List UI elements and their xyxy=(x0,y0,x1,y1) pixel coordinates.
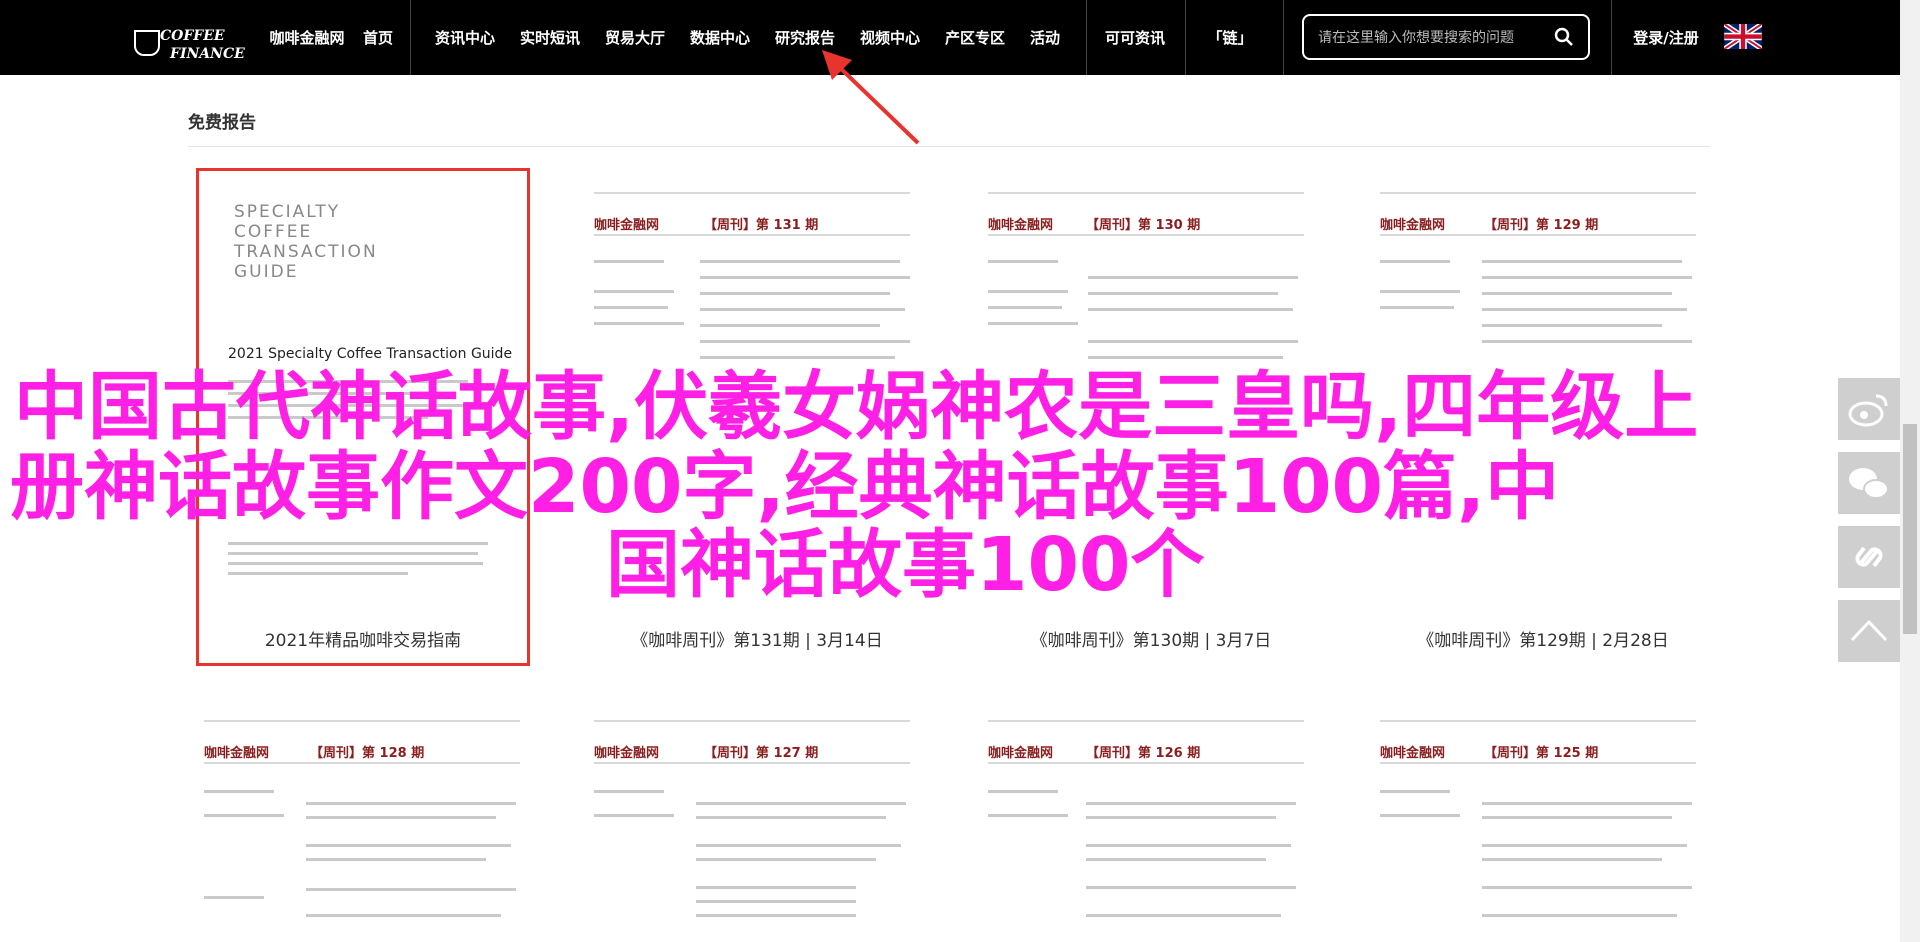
weibo-icon xyxy=(1848,394,1888,427)
wechat-icon xyxy=(1849,468,1889,499)
link-share-button[interactable] xyxy=(1838,526,1900,588)
overlay-headline-line1: 中国古代神话故事,伏羲女娲神农是三皇吗,四年级上 xyxy=(14,364,1699,450)
overlay-headline-line2: 册神话故事作文200字,经典神话故事100篇,中 xyxy=(10,444,1560,530)
overlay-headline-line3: 国神话故事100个 xyxy=(606,522,1205,608)
wechat-share-button[interactable] xyxy=(1838,452,1900,514)
link-icon xyxy=(1855,546,1883,568)
back-to-top-button[interactable] xyxy=(1838,600,1900,662)
weibo-share-button[interactable] xyxy=(1838,378,1900,440)
back-to-top-icon xyxy=(1850,619,1888,642)
